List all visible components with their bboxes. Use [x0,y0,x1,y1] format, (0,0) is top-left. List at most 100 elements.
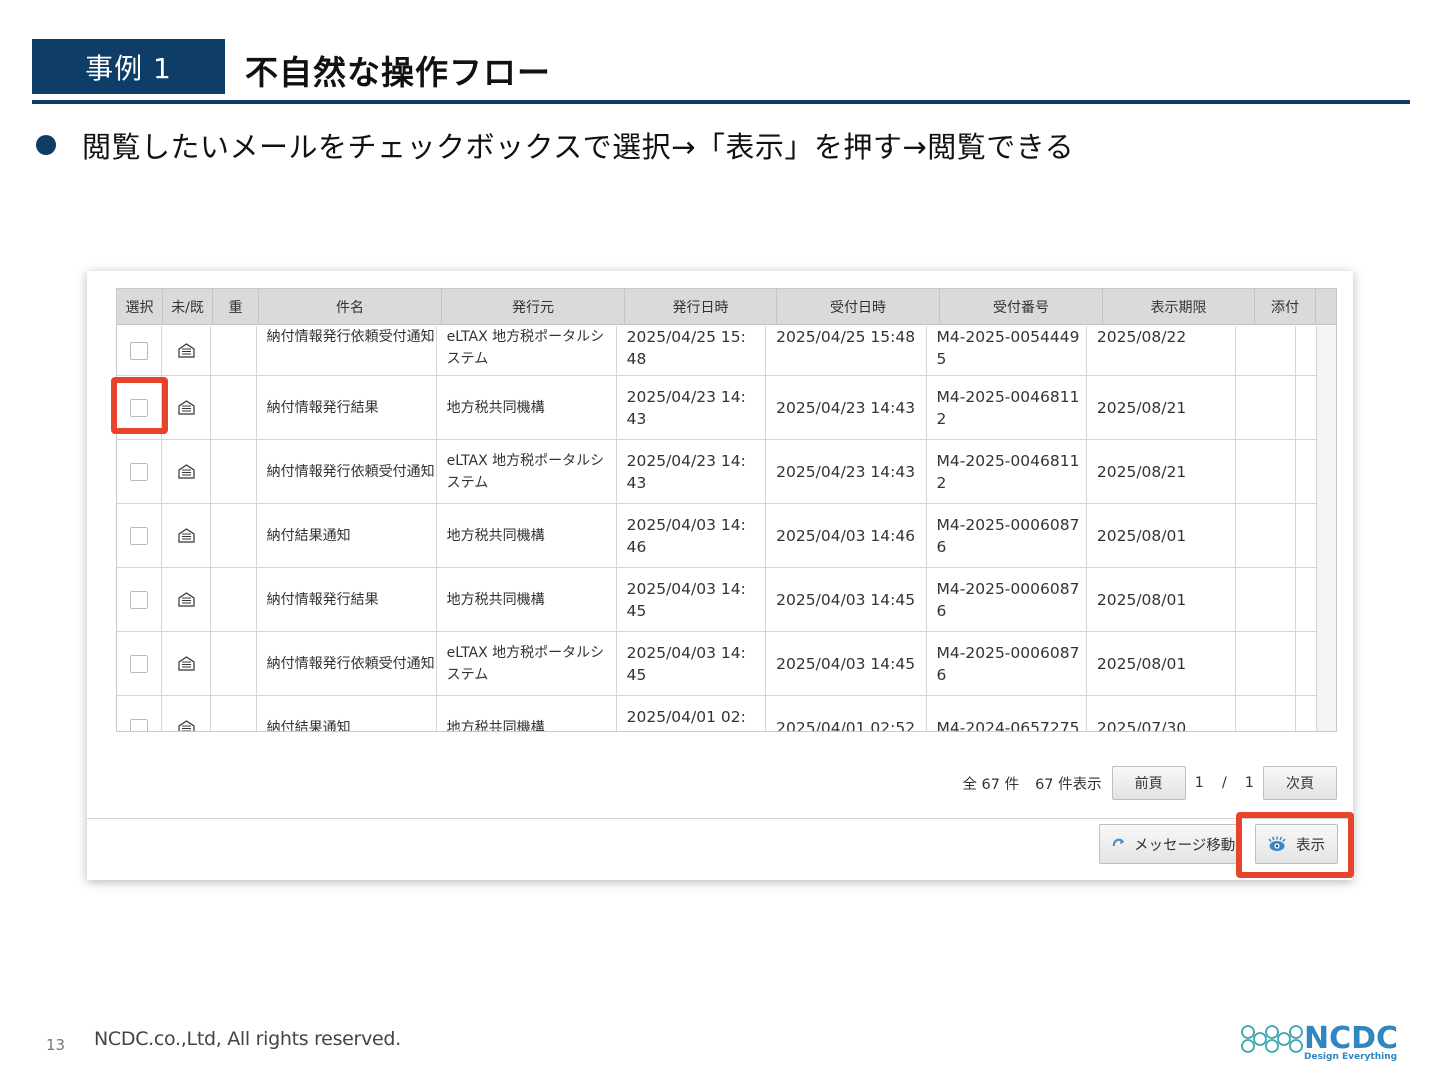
select-cell [117,568,163,631]
row-spacer [1296,440,1318,503]
expiry-cell: 2025/08/01 [1087,568,1237,631]
subject-cell[interactable]: 納付結果通知 [257,696,437,731]
header-issued-at[interactable]: 発行日時 [625,289,777,325]
receipt-number-cell: M4-2024-0657275 [927,696,1087,731]
select-cell [117,326,163,375]
move-message-label: メッセージ移動 [1134,837,1236,854]
priority-cell [211,568,257,631]
unread-mail-icon [178,464,195,479]
expiry-cell: 2025/08/21 [1087,440,1237,503]
select-cell [117,504,163,567]
header-subject[interactable]: 件名 [259,289,442,325]
header-select[interactable]: 選択 [117,289,163,325]
copyright: NCDC.co.,Ltd, All rights reserved. [94,1028,401,1050]
row-spacer [1296,632,1318,695]
table-body: 納付情報発行依頼受付通知 eLTAX 地方税ポータルシステム 2025/04/25 … [117,326,1318,731]
unread-mail-icon [178,720,195,731]
table-row[interactable]: 納付結果通知地方税共同機構2025/04/01 02: 52025/04/01 … [117,696,1318,731]
prev-page-button[interactable]: 前頁 [1111,766,1186,800]
table-row[interactable]: 納付情報発行結果 地方税共同機構 2025/04/03 14: 45 2025/04/… [117,568,1318,632]
header-attachment[interactable]: 添付 [1255,289,1316,325]
subject-cell[interactable]: 納付情報発行依頼受付通知 [257,440,437,503]
receipt-number-cell: M4-2025-0054449 5 [927,326,1087,375]
priority-cell [211,696,257,731]
header-read-status[interactable]: 未/既 [163,289,213,325]
issuer-cell: 地方税共同機構 [437,696,617,731]
select-checkbox[interactable] [130,526,149,545]
subject-cell[interactable]: 納付情報発行結果 [257,376,437,439]
issued-at-cell: 2025/04/03 14: 45 [617,632,767,695]
next-page-button[interactable]: 次頁 [1263,766,1337,800]
message-table: 選択 未/既 重 件名 発行元 発行日時 受付日時 受付番号 表示期限 添付 納… [116,288,1337,732]
unread-mail-icon [178,528,195,543]
read-status-cell [162,696,212,731]
subject-cell[interactable]: 納付結果通知 [257,504,437,567]
table-row[interactable]: 納付情報発行依頼受付通知 eLTAX 地方税ポータルシステム 2025/04/03 … [117,632,1318,696]
slide-title: 不自然な操作フロー [245,53,551,92]
receipt-number-cell: M4-2025-0046811 2 [927,440,1087,503]
read-status-cell [162,376,212,439]
current-page: 1 [1194,775,1204,791]
issuer-cell: 地方税共同機構 [437,504,617,567]
row-spacer [1296,696,1318,731]
select-cell [117,696,163,731]
read-status-cell [162,568,212,631]
attachment-cell [1236,504,1297,567]
subject-cell[interactable]: 納付情報発行結果 [257,568,437,631]
receipt-number-cell: M4-2025-0046811 2 [927,376,1087,439]
row-spacer [1296,504,1318,567]
received-at-cell: 2025/04/23 14:43 [766,440,927,503]
ncdc-logo: NCDC Design Everything [1241,1021,1398,1062]
issued-at-cell: 2025/04/03 14: 45 [617,568,767,631]
expiry-cell: 2025/08/01 [1087,504,1237,567]
unread-mail-icon [178,656,195,671]
unread-mail-icon [178,400,195,415]
select-checkbox[interactable] [130,654,149,673]
subject-cell[interactable]: 納付情報発行依頼受付通知 [257,632,437,695]
issued-at-cell: 2025/04/25 15: 48 [617,326,767,375]
read-status-cell [162,326,212,375]
issuer-cell: 地方税共同機構 [437,568,617,631]
header-expiry[interactable]: 表示期限 [1103,289,1255,325]
table-row[interactable]: 納付情報発行結果 地方税共同機構 2025/04/23 14: 43 2025/04/… [117,376,1318,440]
select-checkbox[interactable] [130,341,149,360]
priority-cell [211,440,257,503]
molecule-icon [1241,1025,1303,1053]
issuer-cell: eLTAX 地方税ポータルシステム [437,632,617,695]
select-checkbox[interactable] [130,462,149,481]
message-list-screenshot: 選択 未/既 重 件名 発行元 発行日時 受付日時 受付番号 表示期限 添付 納… [87,271,1353,880]
row-spacer [1296,376,1318,439]
received-at-cell: 2025/04/23 14:43 [766,376,927,439]
bullet-text: 閲覧したいメールをチェックボックスで選択→「表示」を押す→閲覧できる [82,130,1075,164]
table-scrollbar[interactable] [1316,326,1336,731]
header-receipt-number[interactable]: 受付番号 [940,289,1103,325]
shown-count: 67 件表示 [1035,776,1102,793]
issued-at-cell: 2025/04/03 14: 46 [617,504,767,567]
total-count: 全 67 件 [962,776,1020,793]
move-arrow-icon [1112,838,1124,847]
issuer-cell: eLTAX 地方税ポータルシステム [437,326,617,375]
svg-text:NCDC: NCDC [1304,1021,1398,1056]
read-status-cell [162,632,212,695]
svg-text:Design Everything: Design Everything [1304,1052,1397,1062]
bullet-dot-icon [36,135,56,155]
unread-mail-icon [178,592,195,607]
attachment-cell [1236,376,1297,439]
expiry-cell: 2025/08/21 [1087,376,1237,439]
table-row[interactable]: 納付結果通知 地方税共同機構 2025/04/03 14: 46 2025/04/03… [117,504,1318,568]
issued-at-cell: 2025/04/23 14: 43 [617,440,767,503]
header-issuer[interactable]: 発行元 [442,289,625,325]
move-message-button[interactable]: メッセージ移動 [1099,824,1237,864]
select-cell [117,632,163,695]
issuer-cell: eLTAX 地方税ポータルシステム [437,440,617,503]
header-received-at[interactable]: 受付日時 [777,289,940,325]
header-priority[interactable]: 重 [213,289,259,325]
receipt-number-cell: M4-2025-0006087 6 [927,504,1087,567]
table-row[interactable]: 納付情報発行依頼受付通知 eLTAX 地方税ポータルシステム 2025/04/25 … [117,326,1318,376]
table-row[interactable]: 納付情報発行依頼受付通知 eLTAX 地方税ポータルシステム 2025/04/23 … [117,440,1318,504]
subject-cell[interactable]: 納付情報発行依頼受付通知 [257,326,437,375]
select-checkbox[interactable] [130,718,149,731]
checkbox-highlight-frame [111,377,168,434]
priority-cell [211,632,257,695]
select-checkbox[interactable] [130,590,149,609]
